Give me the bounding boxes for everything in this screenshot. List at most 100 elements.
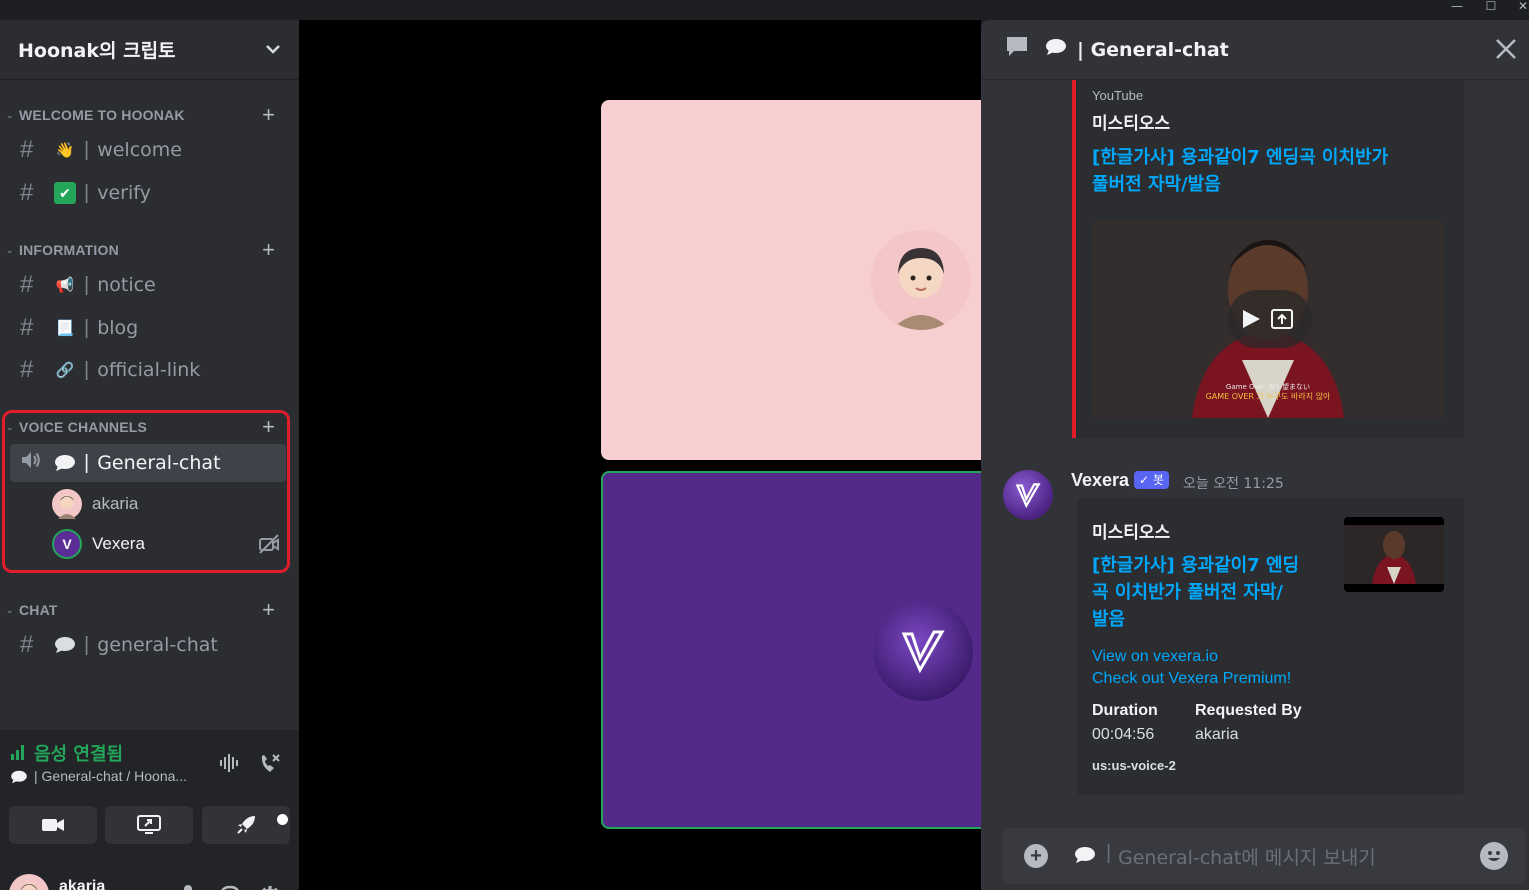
speech-bubble-icon xyxy=(1074,846,1096,869)
embed-provider[interactable]: YouTube xyxy=(1092,88,1143,103)
channel-welcome[interactable]: # 👋 | welcome xyxy=(10,131,286,169)
separator: | xyxy=(1106,842,1112,864)
server-name: Hoonak의 크립토 xyxy=(18,40,176,62)
separator: | xyxy=(84,138,90,161)
notification-dot xyxy=(277,814,288,825)
noise-suppression-icon[interactable] xyxy=(218,752,242,780)
video-tile-vexera[interactable] xyxy=(601,471,1001,829)
open-external-icon[interactable] xyxy=(1270,308,1294,335)
avatar xyxy=(52,489,82,519)
speech-bubble-icon xyxy=(54,452,76,474)
voice-channel-sub[interactable]: | General-chat / Hoona... xyxy=(34,768,187,784)
threads-icon[interactable] xyxy=(1005,35,1031,64)
avatar[interactable] xyxy=(9,874,49,890)
view-on-vexera-link[interactable]: View on vexera.io xyxy=(1092,648,1218,666)
caret-down-icon: ⌄ xyxy=(6,109,14,120)
embed-title-line2[interactable]: 곡 이치반가 풀버전 자막/ xyxy=(1092,579,1283,606)
embed-title-line1[interactable]: [한글가사] 용과같이7 엔딩곡 이치반가 xyxy=(1092,144,1388,171)
link-icon: 🔗 xyxy=(55,362,75,379)
close-window-button[interactable]: ✕ xyxy=(1510,0,1529,14)
microphone-icon[interactable] xyxy=(178,884,198,890)
speech-bubble-icon xyxy=(54,634,76,656)
channel-label: general-chat xyxy=(97,634,218,656)
megaphone-icon: 📢 xyxy=(55,277,75,294)
add-attachment-icon[interactable]: + xyxy=(1024,844,1048,868)
video-tile-akaria[interactable] xyxy=(601,100,1001,460)
channel-verify[interactable]: # ✔ | verify xyxy=(10,174,286,212)
category-label: WELCOME TO HOONAK xyxy=(19,107,185,123)
vexera-premium-link[interactable]: Check out Vexera Premium! xyxy=(1092,670,1291,688)
category-voice-channels[interactable]: ⌄ VOICE CHANNELS + xyxy=(0,416,299,438)
activity-button[interactable] xyxy=(202,806,290,844)
chat-title-text: General-chat xyxy=(1090,38,1229,61)
embed-author[interactable]: 미스티오스 xyxy=(1092,518,1170,543)
message-composer[interactable]: + | General-chat에 메시지 보내기 xyxy=(1002,828,1526,884)
minimize-button[interactable]: — xyxy=(1444,0,1470,14)
chevron-down-icon xyxy=(265,41,281,59)
emoji-picker-icon[interactable] xyxy=(1480,842,1508,870)
add-channel-icon[interactable]: + xyxy=(262,416,275,438)
voice-channel-path: General-chat / Hoona... xyxy=(41,768,188,784)
message-input-placeholder[interactable]: General-chat에 메시지 보내기 xyxy=(1118,843,1376,870)
voice-channel-general-chat[interactable]: | General-chat xyxy=(10,444,286,482)
voice-connection-panel: 음성 연결됨 | General-chat / Hoona... xyxy=(0,730,299,858)
embed-title-line3[interactable]: 발음 xyxy=(1092,606,1125,633)
close-icon[interactable] xyxy=(1495,36,1517,67)
gear-icon[interactable] xyxy=(258,884,282,890)
subtitle-bottom: GAME OVER 그 누구도 바라지 않아 xyxy=(1205,392,1331,401)
category-information[interactable]: ⌄ INFORMATION + xyxy=(0,239,299,261)
field-requested-by-name: Requested By xyxy=(1195,702,1302,719)
channel-blog[interactable]: # 📃 | blog xyxy=(10,309,286,347)
category-label: INFORMATION xyxy=(19,242,119,258)
check-mark-icon: ✔ xyxy=(54,182,76,204)
add-channel-icon[interactable]: + xyxy=(262,104,275,126)
channel-label: verify xyxy=(97,182,151,204)
page-icon: 📃 xyxy=(55,320,75,337)
hash-icon: # xyxy=(20,136,34,163)
voice-member-name: akaria xyxy=(92,494,139,513)
channel-official-link[interactable]: # 🔗 | official-link xyxy=(10,351,286,389)
voice-member-akaria[interactable]: akaria xyxy=(52,486,138,522)
message-author[interactable]: Vexera xyxy=(1071,470,1129,491)
add-channel-icon[interactable]: + xyxy=(262,599,275,621)
category-label: VOICE CHANNELS xyxy=(19,419,148,435)
vexera-avatar-icon: V xyxy=(52,529,82,559)
waving-hand-icon: 👋 xyxy=(55,142,75,159)
embed-title-line1[interactable]: [한글가사] 용과같이7 엔딩 xyxy=(1092,552,1299,579)
channel-notice[interactable]: # 📢 | notice xyxy=(10,266,286,304)
message-timestamp: 오늘 오전 11:25 xyxy=(1183,476,1284,492)
caret-down-icon: ⌄ xyxy=(6,244,14,255)
signal-bars-icon xyxy=(10,744,28,765)
camera-button[interactable] xyxy=(9,806,97,844)
server-header[interactable]: Hoonak의 크립토 xyxy=(0,20,299,80)
user-name: akaria xyxy=(59,878,106,890)
bot-badge: ✓ 봇 xyxy=(1134,471,1169,489)
voice-stage xyxy=(299,20,1001,890)
channel-label: welcome xyxy=(97,139,182,161)
vexera-avatar-icon[interactable] xyxy=(1003,470,1053,520)
video-thumbnail[interactable]: Game Over 誰も望まない GAME OVER 그 누구도 바라지 않아 xyxy=(1092,220,1444,418)
maximize-button[interactable]: ☐ xyxy=(1478,0,1504,14)
channel-general-chat[interactable]: # | general-chat xyxy=(10,626,286,664)
screen-share-button[interactable] xyxy=(105,806,193,844)
vexera-logo-icon xyxy=(873,601,973,701)
category-welcome[interactable]: ⌄ WELCOME TO HOONAK + xyxy=(0,104,299,126)
window-titlebar: — ☐ ✕ xyxy=(0,0,1529,20)
embed-title-line2[interactable]: 풀버전 자막/발음 xyxy=(1092,171,1221,198)
voice-status-text[interactable]: 음성 연결됨 xyxy=(34,740,123,766)
headphones-icon[interactable] xyxy=(218,884,242,890)
add-channel-icon[interactable]: + xyxy=(262,239,275,261)
vexera-now-playing-embed: 미스티오스 [한글가사] 용과같이7 엔딩 곡 이치반가 풀버전 자막/ 발음 … xyxy=(1077,498,1464,795)
speaker-icon xyxy=(20,450,54,476)
avatar xyxy=(871,230,971,330)
play-icon[interactable] xyxy=(1240,308,1262,335)
embed-thumbnail[interactable] xyxy=(1344,517,1444,592)
hash-icon: # xyxy=(20,314,34,341)
channel-label: official-link xyxy=(97,359,201,381)
disconnect-call-icon[interactable] xyxy=(258,752,282,782)
voice-member-vexera[interactable]: V Vexera xyxy=(52,526,145,562)
separator: | xyxy=(84,358,90,381)
embed-author[interactable]: 미스티오스 xyxy=(1092,109,1170,134)
separator: | xyxy=(84,273,90,296)
category-chat[interactable]: ⌄ CHAT + xyxy=(0,599,299,621)
